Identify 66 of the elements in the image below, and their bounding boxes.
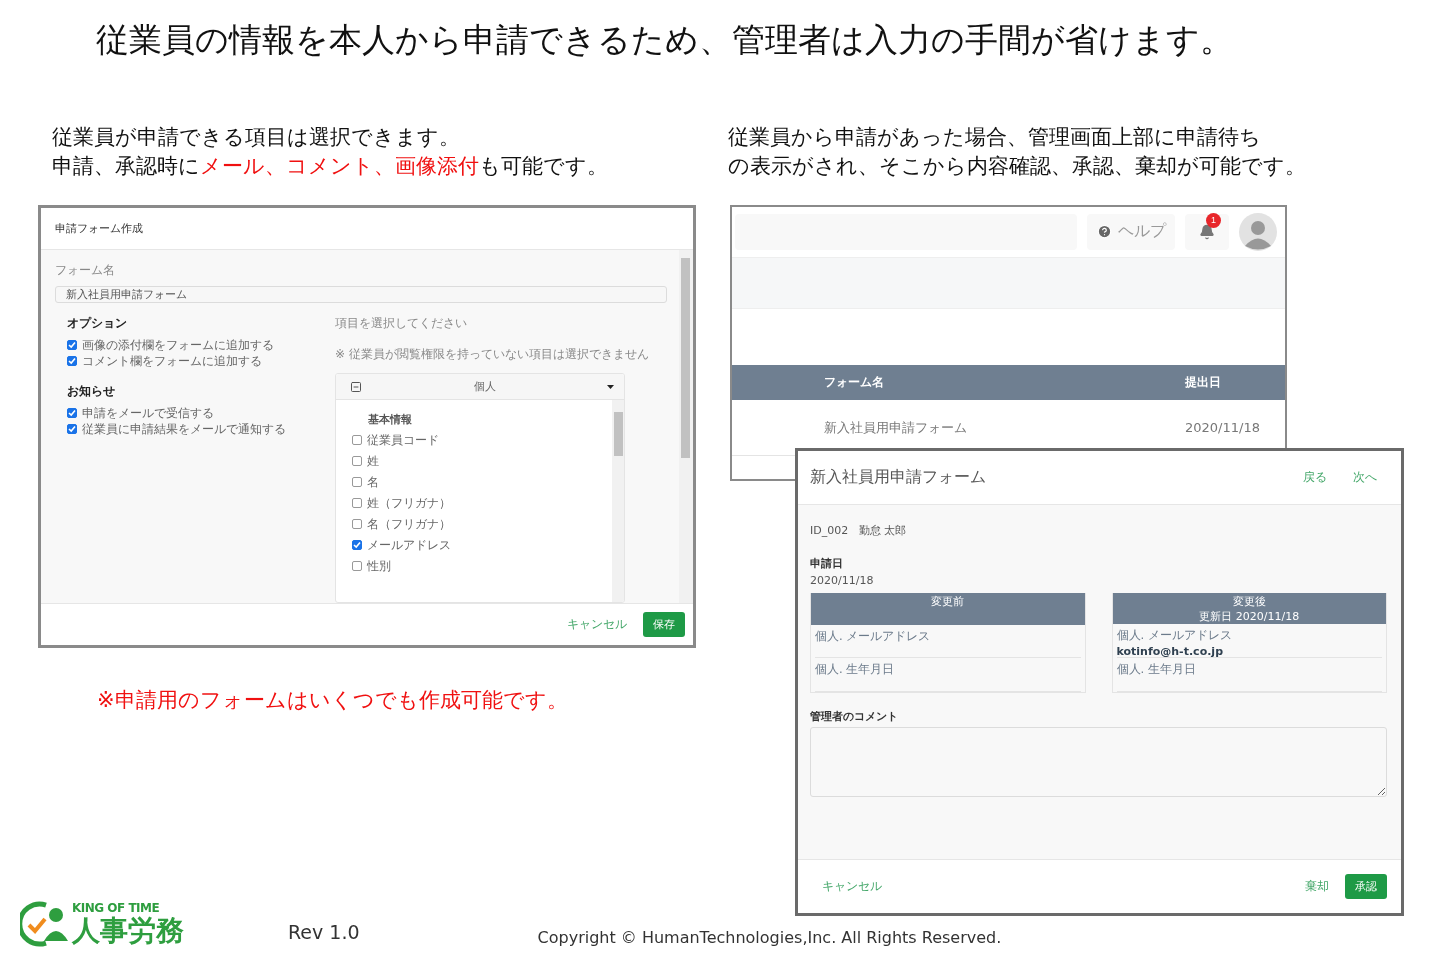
- panel-subheading: 更新日 2020/11/18: [1199, 609, 1300, 624]
- copyright-text: Copyright © HumanTechnologies,Inc. All Rights Reserved.: [537, 928, 1002, 947]
- column-header: 提出日: [1185, 374, 1222, 391]
- checkbox-row[interactable]: 名: [352, 474, 612, 490]
- logo-icon: [20, 901, 70, 947]
- scrollbar[interactable]: [612, 400, 624, 602]
- dialog-title: 申請フォーム作成: [55, 221, 143, 236]
- caption-text: 従業員が申請できる項目は選択できます。: [52, 124, 461, 151]
- checkbox-row[interactable]: コメント欄をフォームに追加する: [67, 353, 335, 369]
- scrollbar[interactable]: [679, 250, 693, 603]
- back-link[interactable]: 戻る: [1303, 469, 1327, 486]
- group-heading: オプション: [67, 315, 128, 332]
- slide-title: 従業員の情報を本人から申請できるため、管理者は入力の手間が省けます。: [96, 19, 1234, 61]
- dialog-title: 新入社員用申請フォーム: [810, 467, 987, 488]
- checkbox-row[interactable]: 性別: [352, 558, 612, 574]
- field-label: 個人. 生年月日: [1116, 662, 1197, 678]
- panel-heading: 変更後: [1232, 594, 1266, 609]
- select-hint: 項目を選択してください: [335, 315, 468, 332]
- cancel-button[interactable]: キャンセル: [822, 878, 882, 895]
- checkbox-row[interactable]: 姓: [352, 453, 612, 469]
- checkbox-row[interactable]: 画像の添付欄をフォームに追加する: [67, 337, 335, 353]
- applicant-text: ID_002 勤怠 太郎: [810, 523, 908, 538]
- field-value: kotinfo@h-t.co.jp: [1116, 645, 1224, 659]
- caption-text: 従業員から申請があった場合、管理画面上部に申請待ち: [728, 124, 1262, 151]
- revision-text: Rev 1.0: [288, 921, 360, 943]
- field-label: フォーム名: [55, 262, 116, 279]
- cancel-button[interactable]: キャンセル: [567, 616, 627, 633]
- field-label: 管理者のコメント: [810, 709, 899, 724]
- checkbox-row[interactable]: メールアドレス: [352, 537, 612, 553]
- note-text: ※申請用のフォームはいくつでも作成可能です。: [97, 687, 569, 714]
- logo-name: 人事労務: [72, 915, 184, 947]
- table-cell-text: 2020/11/18: [1185, 420, 1261, 435]
- field-label: 申請日: [810, 556, 844, 571]
- collapse-icon[interactable]: [350, 380, 362, 393]
- comment-field[interactable]: [810, 727, 1387, 797]
- notification-badge: 1: [1206, 212, 1221, 228]
- table-cell-text: 新入社員用申請フォーム: [824, 418, 968, 437]
- checkbox-row[interactable]: 申請をメールで受信する: [67, 405, 335, 421]
- checkbox-row[interactable]: 名（フリガナ）: [352, 516, 612, 532]
- applied-date: 2020/11/18: [810, 574, 875, 587]
- reject-button[interactable]: 棄却: [1305, 878, 1329, 895]
- avatar-icon[interactable]: [1239, 212, 1277, 251]
- form-name-field[interactable]: 新入社員用申請フォーム: [55, 286, 667, 303]
- save-button[interactable]: 保存: [643, 612, 685, 637]
- category-title: 個人: [472, 379, 497, 394]
- logo-tagline: KING OF TIME: [72, 902, 161, 915]
- caption-text: 申請、承認時に メール、コメント、画像添付も可能です。: [52, 153, 609, 180]
- group-heading: お知らせ: [67, 383, 116, 400]
- approve-button[interactable]: 承認: [1345, 874, 1387, 899]
- check-icon: [353, 541, 361, 549]
- next-link[interactable]: 次へ: [1353, 469, 1377, 486]
- notification-button[interactable]: 1: [1185, 213, 1229, 250]
- field-label: 個人. メールアドレス: [1116, 628, 1233, 644]
- caret-icon[interactable]: [607, 384, 614, 389]
- checkbox-row[interactable]: 従業員コード: [352, 432, 612, 448]
- help-icon: [1096, 224, 1112, 239]
- field-label: 個人. 生年月日: [815, 662, 896, 678]
- column-header: フォーム名: [824, 374, 885, 391]
- field-label: 個人. メールアドレス: [815, 628, 932, 644]
- checkbox-row[interactable]: 姓（フリガナ）: [352, 495, 612, 511]
- select-note: ※ 従業員が閲覧権限を持っていない項目は選択できません: [335, 346, 650, 363]
- panel-heading: 変更前: [931, 594, 965, 609]
- checkbox-row[interactable]: 従業員に申請結果をメールで通知する: [67, 421, 335, 437]
- caption-text: の表示がされ、そこから内容確認、承認、棄却が可能です。: [728, 153, 1307, 180]
- bell-icon: [1199, 223, 1215, 240]
- section-heading: 基本情報: [368, 412, 413, 427]
